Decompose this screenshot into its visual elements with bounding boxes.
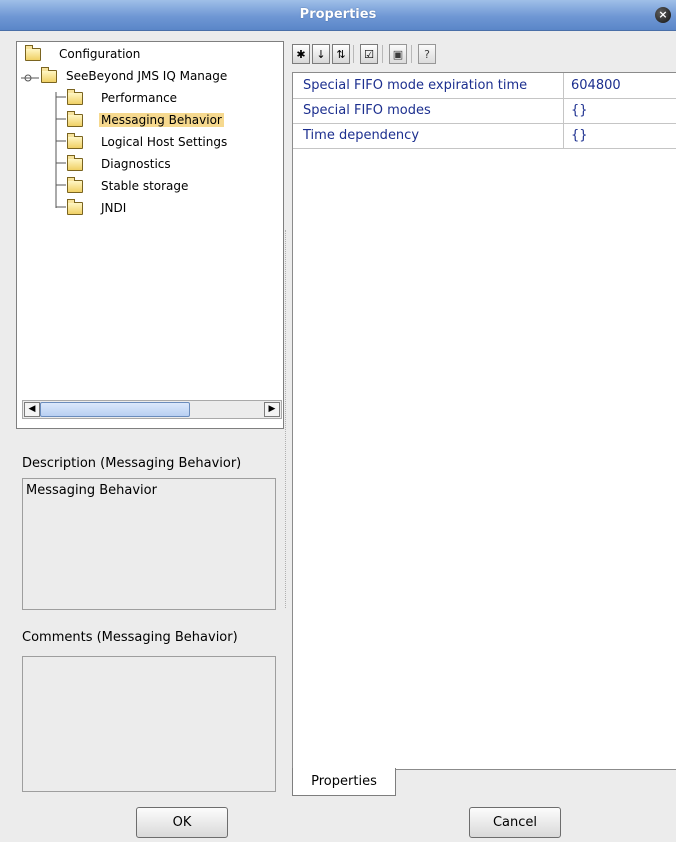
toolbar-separator bbox=[411, 45, 412, 63]
sort-type-icon[interactable]: ⇅ bbox=[332, 44, 350, 64]
tree-item-label: Stable storage bbox=[101, 179, 189, 193]
tree-item-jndi[interactable]: JNDI bbox=[67, 198, 126, 218]
tree-item-logical-host-settings[interactable]: Logical Host Settings bbox=[67, 132, 227, 152]
tree-item-label: Logical Host Settings bbox=[101, 135, 228, 149]
tree-item-label-selected: Messaging Behavior bbox=[99, 113, 224, 127]
tree-item-performance[interactable]: Performance bbox=[67, 88, 177, 108]
property-value[interactable]: {} bbox=[571, 103, 588, 118]
property-row[interactable]: Special FIFO modes {} bbox=[293, 98, 676, 124]
checklist-icon[interactable]: ☑ bbox=[360, 44, 378, 64]
description-heading: Description (Messaging Behavior) bbox=[22, 456, 242, 471]
horizontal-scrollbar[interactable]: ◀ ▶ bbox=[22, 400, 282, 419]
cancel-button[interactable]: Cancel bbox=[469, 807, 561, 838]
tree-item-label: SeeBeyond JMS IQ Manage bbox=[66, 69, 228, 83]
comments-box[interactable] bbox=[22, 656, 276, 792]
property-value[interactable]: 604800 bbox=[571, 78, 621, 93]
configuration-tree[interactable]: Configuration SeeBeyond JMS IQ Manage Pe… bbox=[16, 41, 284, 429]
folder-icon bbox=[25, 44, 41, 61]
tree-item-messaging-behavior[interactable]: Messaging Behavior bbox=[67, 110, 224, 130]
scroll-thumb[interactable] bbox=[40, 402, 190, 417]
property-row[interactable]: Time dependency {} bbox=[293, 123, 676, 149]
property-name: Time dependency bbox=[303, 128, 420, 143]
folder-icon bbox=[41, 66, 57, 83]
property-name: Special FIFO mode expiration time bbox=[303, 78, 528, 93]
window-icon[interactable]: ▣ bbox=[389, 44, 407, 64]
scroll-right-icon[interactable]: ▶ bbox=[264, 402, 280, 417]
folder-icon bbox=[67, 154, 83, 171]
folder-icon bbox=[67, 110, 83, 127]
tree-item-stable-storage[interactable]: Stable storage bbox=[67, 176, 188, 196]
properties-table[interactable]: Special FIFO mode expiration time 604800… bbox=[292, 72, 676, 770]
close-icon[interactable]: × bbox=[655, 7, 671, 23]
tree-item-diagnostics[interactable]: Diagnostics bbox=[67, 154, 171, 174]
toolbar-separator bbox=[353, 45, 354, 63]
window-title: Properties bbox=[299, 7, 377, 22]
property-value[interactable]: {} bbox=[571, 128, 588, 143]
description-box: Messaging Behavior bbox=[22, 478, 276, 610]
property-name: Special FIFO modes bbox=[303, 103, 431, 118]
folder-icon bbox=[67, 132, 83, 149]
property-row[interactable]: Special FIFO mode expiration time 604800 bbox=[293, 73, 676, 99]
tree-item-label: Diagnostics bbox=[101, 157, 171, 171]
help-icon[interactable]: ? bbox=[418, 44, 436, 64]
scroll-left-icon[interactable]: ◀ bbox=[24, 402, 40, 417]
comments-heading: Comments (Messaging Behavior) bbox=[22, 630, 238, 645]
window-title-bar[interactable]: Properties × bbox=[0, 0, 676, 31]
toolbar-separator bbox=[382, 45, 383, 63]
tree-item-seebeyond-manager[interactable]: SeeBeyond JMS IQ Manage bbox=[41, 66, 227, 86]
folder-icon bbox=[67, 176, 83, 193]
tree-item-label: Performance bbox=[101, 91, 178, 105]
tree-item-label: Configuration bbox=[59, 47, 141, 61]
ok-button[interactable]: OK bbox=[136, 807, 228, 838]
description-text: Messaging Behavior bbox=[26, 483, 157, 498]
tree-item-label: JNDI bbox=[101, 201, 127, 215]
folder-icon bbox=[67, 198, 83, 215]
splitter[interactable] bbox=[285, 230, 288, 608]
categorized-icon[interactable]: ✱ bbox=[292, 44, 310, 64]
sort-alpha-icon[interactable]: ↓ bbox=[312, 44, 330, 64]
tab-properties[interactable]: Properties bbox=[292, 768, 396, 796]
tree-item-configuration[interactable]: Configuration bbox=[25, 44, 140, 64]
folder-icon bbox=[67, 88, 83, 105]
